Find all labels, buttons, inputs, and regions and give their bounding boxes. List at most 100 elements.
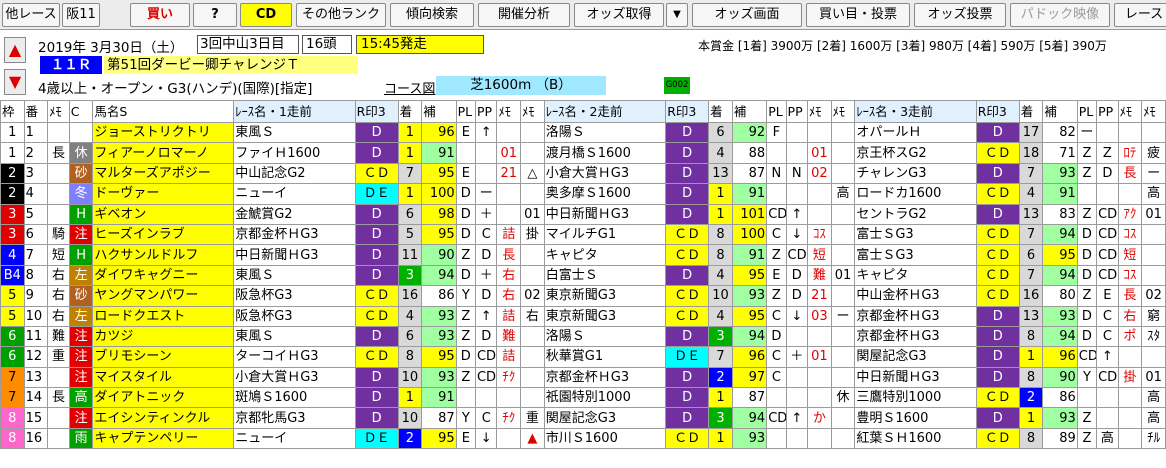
horse-name: ジョーストリクトリ [92, 121, 235, 144]
race-name: 紅葉ＳＨ1600 [854, 427, 977, 450]
table-row[interactable]: 6 12 重注ブリモシーン ターコイＨG3 ＣＤ 8 95 D CD 詰秋華賞G1 ＤＥ 7 96 C ＋ 0… [0, 346, 1166, 368]
memo-cell [520, 366, 545, 389]
table-row[interactable]: 2 4 冬ドーヴァー ニューイ ＤＥ 1 100 D ー奥多摩Ｓ1600 D 1 91 高ロードカ160… [0, 183, 1166, 205]
column-header[interactable]: 補 [731, 100, 768, 123]
waku-cell: 3 [0, 203, 25, 225]
column-header[interactable]: 補 [421, 100, 457, 123]
pl-cell: E [455, 121, 476, 144]
column-header[interactable]: PP [474, 100, 498, 123]
race-name: 白富士Ｓ [543, 264, 667, 287]
memo-cell [830, 142, 856, 164]
table-row[interactable]: 7 14 長高ダイアトニック 斑鳩Ｓ1600 D 1 91 祇園特別1000 D 1 87 休三鷹特別… [0, 387, 1166, 409]
column-header[interactable]: PP [1096, 100, 1119, 123]
waku-cell: 2 [0, 183, 25, 205]
table-row[interactable]: 8 15 注エイシンティンクル 京都牝馬G3 D 10 87 Y C ﾁｸ重関屋記念G3 D 3 94 C… [0, 407, 1166, 429]
memo-cell [807, 387, 832, 409]
column-header[interactable]: PP [785, 100, 809, 123]
bet-vote-button[interactable]: 買い目・投票 [806, 3, 910, 27]
column-header[interactable]: 補 [1042, 100, 1078, 123]
column-header[interactable]: 着 [397, 100, 423, 123]
column-header[interactable]: 番 [23, 100, 49, 123]
finish-position: 8 [708, 244, 733, 266]
meeting-analysis-button[interactable]: 開催分析 [478, 3, 570, 27]
memo-cell: 01 [830, 264, 856, 287]
column-header[interactable]: 着 [1018, 100, 1044, 123]
column-header[interactable]: ﾒﾓ [47, 100, 70, 123]
hosei-value: 93 [421, 305, 457, 327]
column-header[interactable]: PL [1076, 100, 1098, 123]
hosei-value: 95 [421, 346, 457, 368]
r-mark-badge: D [354, 264, 399, 287]
column-header[interactable]: PL [766, 100, 787, 123]
table-row[interactable]: 7 13 注マイスタイル 小倉大賞ＨG3 D 10 93 Z CD ﾁｸ 京都金杯ＨG3 D 2 97 C 中… [0, 366, 1166, 389]
column-header[interactable]: ﾚｰｽ名・2走前 [543, 100, 667, 123]
horse-number: 11 [23, 325, 49, 348]
course-map-link[interactable]: コース図 [384, 78, 435, 97]
column-header[interactable]: ﾒﾓ [807, 100, 832, 123]
column-header[interactable]: ﾒﾓ [1117, 100, 1143, 123]
race-name: 東京新聞G3 [543, 285, 667, 307]
column-header[interactable]: R印3 [665, 100, 710, 123]
table-row[interactable]: 1 1 ジョーストリクトリ 東風Ｓ D 1 96 E ↑ 洛陽Ｓ D 6 92 F オパールＨ D 17 82 ー [0, 121, 1166, 144]
table-row[interactable]: B4 8 右左ダイワキャグニー 東風Ｓ D 3 94 D ＋右白富士Ｓ D 4 95 E D 難 01 キャピタ… [0, 264, 1166, 287]
column-header[interactable]: ﾒﾓ [520, 100, 545, 123]
memo-cell [496, 203, 522, 225]
table-row[interactable]: 1 2 長休フィアーノロマーノ ファイＨ1600 D 1 91 01 渡月橋Ｓ1600 D 4 88 0… [0, 142, 1166, 164]
question-button[interactable]: ? [193, 3, 237, 27]
horse-table: 枠番ﾒﾓ C 馬名S ﾚｰｽ名・1走前 R印3 着補 PL PP ﾒﾓ ﾒﾓ ﾚｰｽ名・2走前 R印3… [0, 100, 1166, 468]
paddock-video-button[interactable]: パドック映像 [1010, 3, 1110, 27]
table-row[interactable]: 6 11 難注カツジ 東風Ｓ D 6 93 Z D 難洛陽Ｓ D 3 94 D 京都金杯ＨG3 D 8 94 D C ポ… [0, 325, 1166, 348]
odds-screen-button[interactable]: オッズ画面 [692, 3, 802, 27]
trend-search-button[interactable]: 傾向検索 [390, 3, 474, 27]
table-row[interactable]: 4 7 短 H ハクサンルドルフ 中日新聞ＨG3 D 11 90 Z D 長キャピタ ＣＤ 8 91 Z CD 短… [0, 244, 1166, 266]
next-race-arrow-icon[interactable]: ▼ [4, 69, 26, 95]
odds-vote-button[interactable]: オッズ投票 [914, 3, 1006, 27]
table-row[interactable]: 2 3 砂マルターズアポジー 中山記念G2 ＣＤ 7 95 E 21 △ 小倉大賞ＨG3 D 13 87 N… [0, 162, 1166, 185]
table-row[interactable]: 3 5 H ギベオン 金鯱賞G2 D 6 98 D ＋ 01 中日新聞ＨG3 D 1 101 CD ↑ セントラG… [0, 203, 1166, 225]
column-header[interactable]: ﾒﾓ [496, 100, 522, 123]
horse-number: 10 [23, 305, 49, 327]
race-name: 渡月橋Ｓ1600 [543, 142, 667, 164]
r-mark-badge: ＣＤ [665, 305, 710, 327]
column-header[interactable]: R印3 [354, 100, 399, 123]
column-header[interactable]: ﾚｰｽ名・1走前 [233, 100, 356, 123]
pp-cell: CD [1096, 223, 1119, 246]
other-rank-button[interactable]: その他ランク [296, 3, 386, 27]
column-header[interactable]: 馬名S [92, 100, 235, 123]
table-row[interactable]: 3 6 騎注ヒーズインラブ 京都金杯ＨG3 D 5 95 D C 詰掛マイルチG1 ＣＤ 8 100 C ↓… [0, 223, 1166, 246]
pl-cell [455, 387, 476, 409]
venue-button[interactable]: 阪11 [62, 3, 100, 27]
odds-fetch-button[interactable]: オッズ取得 [574, 3, 664, 27]
other-race-button[interactable]: 他レース [2, 3, 60, 27]
column-header[interactable]: PL [455, 100, 476, 123]
horse-name: ダイワキャグニー [92, 264, 235, 287]
column-header[interactable]: R印3 [975, 100, 1020, 123]
pp-cell: CD [1096, 244, 1119, 266]
r-mark-badge: D [975, 407, 1020, 429]
column-header[interactable]: 枠 [0, 100, 25, 123]
prev-race-arrow-icon[interactable]: ▲ [4, 37, 26, 63]
memo-cell [830, 346, 856, 368]
memo-cell: 01 [1141, 203, 1166, 225]
column-header[interactable]: 着 [708, 100, 733, 123]
memo-cell [520, 264, 545, 287]
finish-position: 3 [397, 264, 423, 287]
table-row[interactable]: 8 16 雨キャプテンペリー ニューイ ＤＥ 2 95 E ↓ ▲ 市川Ｓ1600 ＣＤ 1 93 紅葉ＳＨ… [0, 427, 1166, 450]
table-row[interactable]: 5 10 右左ロードクエスト 阪急杯G3 ＣＤ 4 93 Z ↑ 詰右東京新聞G3 ＣＤ 4 95 C ↓ 0… [0, 305, 1166, 327]
column-header[interactable]: ﾚｰｽ名・3走前 [854, 100, 977, 123]
column-header[interactable]: C [68, 100, 94, 123]
r-mark-badge: ＣＤ [665, 285, 710, 307]
r-mark-badge: D [354, 121, 399, 144]
odds-dropdown-icon[interactable]: ▼ [666, 3, 688, 27]
finish-position: 13 [1018, 305, 1044, 327]
buy-button[interactable]: 買い [130, 3, 190, 27]
column-header[interactable]: ﾒﾓ [830, 100, 856, 123]
cd-button[interactable]: CD [240, 3, 292, 27]
race-number: １１Ｒ [40, 56, 102, 74]
table-row[interactable]: 5 9 右砂ヤングマンパワー 阪急杯G3 ＣＤ 16 86 Y D 右 02 東京新聞G3 ＣＤ 10 93… [0, 285, 1166, 307]
memo-cell [1141, 121, 1166, 144]
r-mark-badge: D [665, 387, 710, 409]
race-button[interactable]: レース [1114, 3, 1166, 27]
column-header[interactable]: ﾒﾓ [1141, 100, 1166, 123]
meeting-label: 3回中山3日目 [197, 35, 299, 54]
